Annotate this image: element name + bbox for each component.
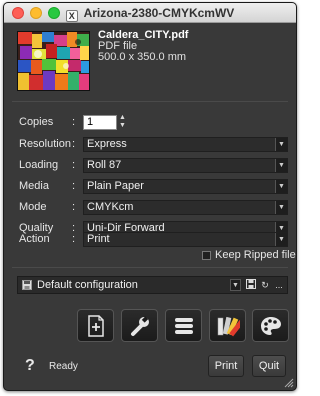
keep-ripped-checkbox[interactable]: [202, 251, 211, 260]
mode-label: Mode: [19, 201, 47, 213]
colon: :: [72, 201, 76, 213]
status-text: Ready: [49, 361, 78, 372]
window-title-wrap: X Arizona-2380-CMYKcmWV: [4, 6, 296, 22]
file-thumbnail: [17, 31, 90, 91]
copies-label: Copies: [19, 116, 54, 128]
dropdown-arrow-icon[interactable]: ▼: [275, 159, 287, 172]
dropdown-arrow-icon[interactable]: ▼: [275, 180, 287, 193]
colon: :: [72, 116, 76, 128]
media-label: Media: [19, 180, 49, 192]
quit-button[interactable]: Quit: [252, 355, 286, 377]
window-title: Arizona-2380-CMYKcmWV: [83, 6, 235, 20]
dropdown-arrow-icon[interactable]: ▼: [275, 201, 287, 214]
list-icon: [174, 317, 193, 334]
copies-input[interactable]: 1: [83, 115, 117, 130]
more-options-button[interactable]: ...: [273, 279, 285, 291]
help-button[interactable]: ?: [25, 357, 35, 375]
media-select[interactable]: Plain Paper ▼: [83, 179, 288, 194]
add-job-button[interactable]: [77, 309, 114, 342]
resolution-label: Resolution: [19, 138, 71, 150]
palette-icon: [260, 316, 281, 335]
title-bar: X Arizona-2380-CMYKcmWV: [4, 3, 296, 23]
configuration-bar: Default configuration ▼ ↻ ...: [17, 276, 288, 294]
media-value: Plain Paper: [87, 180, 144, 192]
wrench-icon: [130, 315, 149, 336]
print-button[interactable]: Print: [208, 355, 244, 377]
dropdown-arrow-icon[interactable]: ▼: [275, 138, 287, 151]
dropdown-arrow-icon[interactable]: ▼: [230, 279, 241, 291]
action-label: Action: [19, 233, 50, 245]
file-dimensions: 500.0 x 350.0 mm: [98, 51, 187, 63]
thumbnail-image: [18, 32, 89, 90]
color-swatch-icon: [217, 316, 240, 336]
action-select[interactable]: Print ▼: [83, 232, 288, 247]
mode-value: CMYKcm: [87, 201, 134, 213]
divider: [12, 101, 288, 102]
refresh-icon[interactable]: ↻: [259, 279, 271, 291]
dropdown-arrow-icon[interactable]: ▼: [275, 233, 287, 246]
resolution-value: Express: [87, 138, 127, 150]
color-swatch-button[interactable]: [209, 309, 246, 342]
color-palette-button[interactable]: [252, 309, 289, 342]
stepper-down-icon[interactable]: ▼: [118, 122, 127, 130]
resize-grip-icon[interactable]: [284, 378, 294, 388]
stepper-up-icon[interactable]: ▲: [118, 114, 127, 122]
mode-select[interactable]: CMYKcm ▼: [83, 200, 288, 215]
save-config-icon[interactable]: [245, 279, 257, 291]
settings-button[interactable]: [121, 309, 158, 342]
divider: [12, 267, 288, 268]
colon: :: [72, 159, 76, 171]
keep-ripped-label: Keep Ripped file: [215, 249, 296, 261]
configuration-value[interactable]: Default configuration: [37, 279, 138, 291]
job-list-button[interactable]: [165, 309, 202, 342]
save-disk-icon: [22, 280, 32, 290]
loading-value: Roll 87: [87, 159, 122, 171]
colon: :: [72, 180, 76, 192]
x11-icon: X: [65, 10, 78, 22]
copies-stepper[interactable]: ▲ ▼: [118, 114, 127, 131]
loading-label: Loading: [19, 159, 59, 171]
action-value: Print: [87, 233, 110, 245]
app-window: X Arizona-2380-CMYKcmWV Caldera_CITY.pdf…: [3, 2, 297, 391]
colon: :: [72, 138, 76, 150]
add-page-icon: [87, 314, 104, 337]
resolution-select[interactable]: Express ▼: [83, 137, 288, 152]
colon: :: [72, 233, 76, 245]
loading-select[interactable]: Roll 87 ▼: [83, 158, 288, 173]
